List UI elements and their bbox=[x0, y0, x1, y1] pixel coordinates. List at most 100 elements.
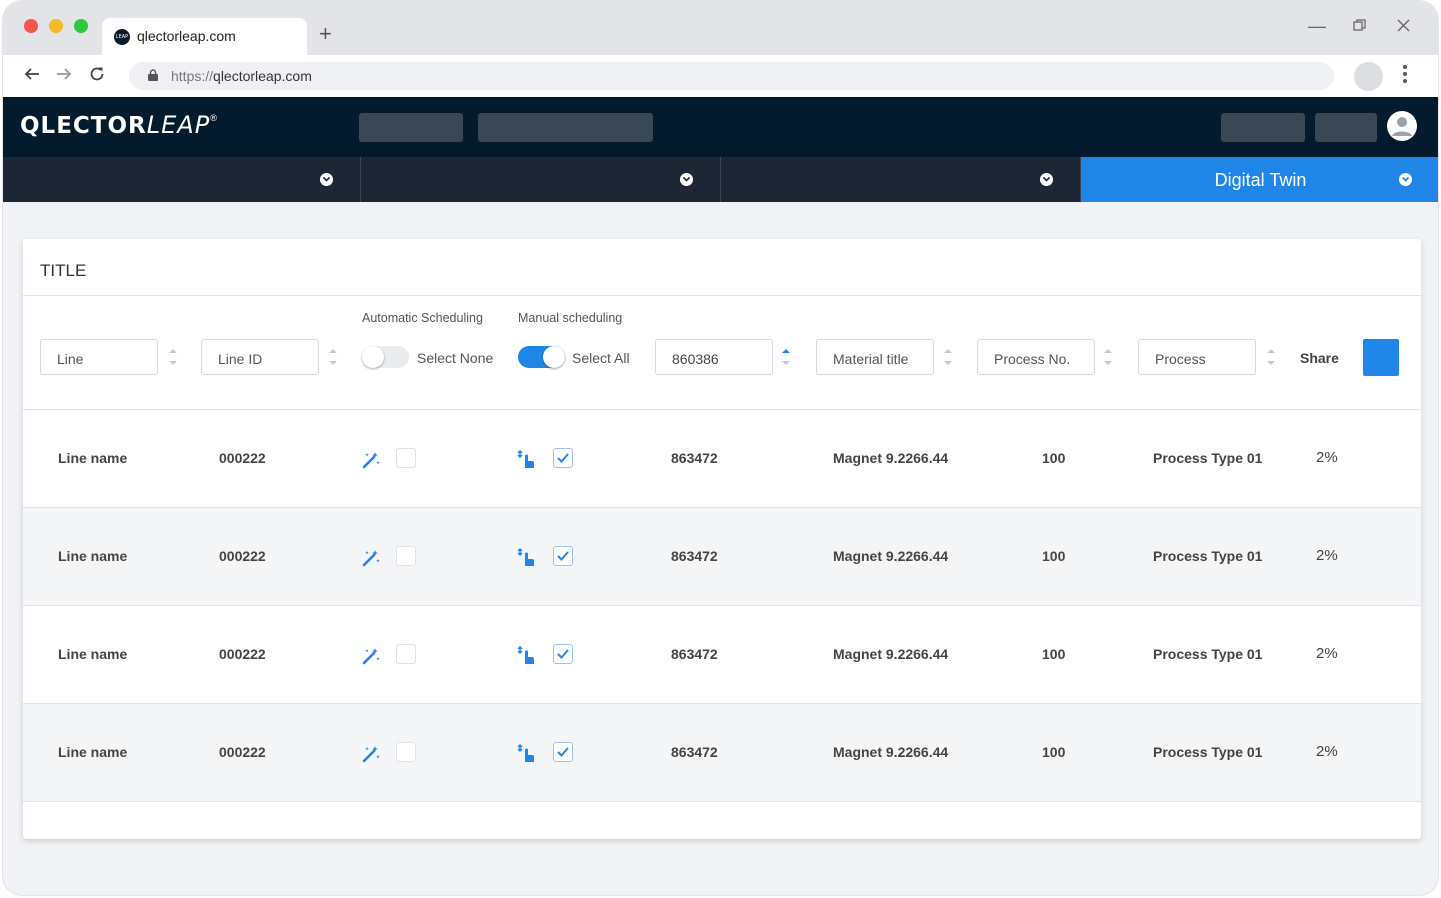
manual-touch-icon[interactable] bbox=[517, 646, 537, 666]
manual-checkbox[interactable] bbox=[553, 546, 573, 566]
manual-select-toggle[interactable] bbox=[518, 346, 565, 368]
section-dropdown-2[interactable] bbox=[361, 157, 721, 202]
header-menu-button-1[interactable] bbox=[359, 113, 463, 142]
table-row[interactable]: Line name 000222 863472 Magnet 9.2266.44… bbox=[23, 410, 1421, 508]
automatic-scheduling-label: Automatic Scheduling bbox=[362, 311, 483, 325]
automatic-checkbox[interactable] bbox=[396, 644, 416, 664]
process-no-filter-input[interactable]: Process No. bbox=[977, 339, 1095, 375]
manual-touch-icon[interactable] bbox=[517, 450, 537, 470]
process-filter-input[interactable]: Process bbox=[1138, 339, 1256, 375]
table-row[interactable]: Line name 000222 863472 Magnet 9.2266.44… bbox=[23, 508, 1421, 606]
process-cell: Process Type 01 bbox=[1153, 548, 1263, 564]
manual-touch-icon[interactable] bbox=[517, 548, 537, 568]
process-no-cell: 100 bbox=[1042, 450, 1066, 466]
browser-address-bar: https://qlectorleap.com bbox=[3, 55, 1438, 97]
card-title: TITLE bbox=[40, 261, 87, 280]
material-cell: Magnet 9.2266.44 bbox=[833, 548, 949, 564]
line-id-cell: 000222 bbox=[219, 450, 266, 466]
manual-checkbox[interactable] bbox=[553, 742, 573, 762]
automatic-checkbox[interactable] bbox=[396, 546, 416, 566]
section-dropdown-1[interactable] bbox=[3, 157, 361, 202]
process-no-cell: 100 bbox=[1042, 548, 1066, 564]
back-arrow-icon[interactable] bbox=[24, 65, 40, 87]
schedule-table: Line name 000222 863472 Magnet 9.2266.44… bbox=[23, 410, 1421, 802]
site-favicon-icon: LEAP bbox=[114, 29, 130, 45]
section-dropdown-3[interactable] bbox=[721, 157, 1081, 202]
user-avatar[interactable] bbox=[1387, 111, 1417, 141]
line-id-filter-input[interactable]: Line ID bbox=[201, 339, 319, 375]
browser-tab[interactable]: LEAP qlectorleap.com bbox=[102, 18, 307, 55]
manual-checkbox[interactable] bbox=[553, 448, 573, 468]
user-icon bbox=[1392, 117, 1412, 136]
url-input[interactable]: https://qlectorleap.com bbox=[129, 62, 1334, 90]
line-filter-input[interactable]: Line bbox=[40, 339, 158, 375]
manual-scheduling-label: Manual scheduling bbox=[518, 311, 623, 325]
magic-wand-icon[interactable] bbox=[361, 744, 381, 764]
restore-icon[interactable] bbox=[1353, 15, 1366, 37]
sort-icon[interactable] bbox=[943, 346, 953, 368]
magic-wand-icon[interactable] bbox=[361, 646, 381, 666]
close-icon[interactable] bbox=[1397, 15, 1410, 37]
sort-icon[interactable] bbox=[1266, 346, 1276, 368]
line-id-cell: 000222 bbox=[219, 548, 266, 564]
manual-checkbox[interactable] bbox=[553, 644, 573, 664]
tab-title: qlectorleap.com bbox=[137, 28, 236, 44]
share-cell: 2% bbox=[1316, 743, 1338, 760]
order-filter-input[interactable]: 860386 bbox=[655, 339, 773, 375]
qlector-leap-logo[interactable]: QLECTORLEAP® bbox=[20, 111, 218, 140]
forward-arrow-icon[interactable] bbox=[56, 65, 72, 87]
process-no-cell: 100 bbox=[1042, 646, 1066, 662]
url-text: https://qlectorleap.com bbox=[171, 68, 312, 84]
share-cell: 2% bbox=[1316, 449, 1338, 466]
sort-icon[interactable] bbox=[328, 346, 338, 368]
browser-tab-bar: LEAP qlectorleap.com + — bbox=[3, 1, 1438, 55]
table-row[interactable]: Line name 000222 863472 Magnet 9.2266.44… bbox=[23, 704, 1421, 802]
lock-icon bbox=[148, 69, 158, 81]
share-cell: 2% bbox=[1316, 547, 1338, 564]
share-column-label: Share bbox=[1300, 350, 1339, 366]
order-cell: 863472 bbox=[671, 450, 718, 466]
header-menu-button-2[interactable] bbox=[478, 113, 653, 142]
process-cell: Process Type 01 bbox=[1153, 450, 1263, 466]
process-cell: Process Type 01 bbox=[1153, 744, 1263, 760]
order-cell: 863472 bbox=[671, 548, 718, 564]
automatic-checkbox[interactable] bbox=[396, 448, 416, 468]
material-cell: Magnet 9.2266.44 bbox=[833, 744, 949, 760]
reload-icon[interactable] bbox=[89, 65, 105, 87]
line-name-cell: Line name bbox=[58, 548, 128, 564]
new-tab-plus-icon[interactable]: + bbox=[319, 22, 332, 46]
magic-wand-icon[interactable] bbox=[361, 450, 381, 470]
minimize-icon[interactable]: — bbox=[1308, 15, 1326, 37]
material-title-filter-input[interactable]: Material title bbox=[816, 339, 934, 375]
line-id-cell: 000222 bbox=[219, 744, 266, 760]
app-header: QLECTORLEAP® bbox=[3, 97, 1438, 157]
automatic-select-toggle[interactable] bbox=[362, 346, 409, 368]
line-id-cell: 000222 bbox=[219, 646, 266, 662]
table-row[interactable]: Line name 000222 863472 Magnet 9.2266.44… bbox=[23, 606, 1421, 704]
sort-ascending-icon[interactable] bbox=[781, 346, 791, 368]
toggle-knob bbox=[362, 346, 384, 368]
manual-touch-icon[interactable] bbox=[517, 744, 537, 764]
automatic-checkbox[interactable] bbox=[396, 742, 416, 762]
more-menu-icon[interactable] bbox=[1403, 65, 1407, 87]
apply-filter-button[interactable] bbox=[1363, 339, 1399, 376]
maximize-window-dot[interactable] bbox=[74, 19, 88, 33]
minimize-window-dot[interactable] bbox=[49, 19, 63, 33]
chevron-down-icon bbox=[1399, 173, 1412, 186]
scheduling-card: TITLE Line Line ID Automatic Scheduling … bbox=[23, 239, 1421, 839]
sort-icon[interactable] bbox=[168, 346, 178, 368]
select-all-label: Select All bbox=[572, 350, 630, 366]
header-action-button-1[interactable] bbox=[1221, 113, 1305, 142]
sort-icon[interactable] bbox=[1103, 346, 1113, 368]
header-action-button-2[interactable] bbox=[1315, 113, 1377, 142]
select-none-label: Select None bbox=[417, 350, 494, 366]
share-cell: 2% bbox=[1316, 645, 1338, 662]
line-name-cell: Line name bbox=[58, 450, 128, 466]
profile-avatar[interactable] bbox=[1354, 62, 1383, 91]
close-window-dot[interactable] bbox=[24, 19, 38, 33]
browser-window: LEAP qlectorleap.com + — https://qlector… bbox=[2, 0, 1439, 896]
magic-wand-icon[interactable] bbox=[361, 548, 381, 568]
section-dropdown-digital-twin[interactable]: Digital Twin bbox=[1081, 157, 1438, 202]
order-cell: 863472 bbox=[671, 744, 718, 760]
line-name-cell: Line name bbox=[58, 744, 128, 760]
